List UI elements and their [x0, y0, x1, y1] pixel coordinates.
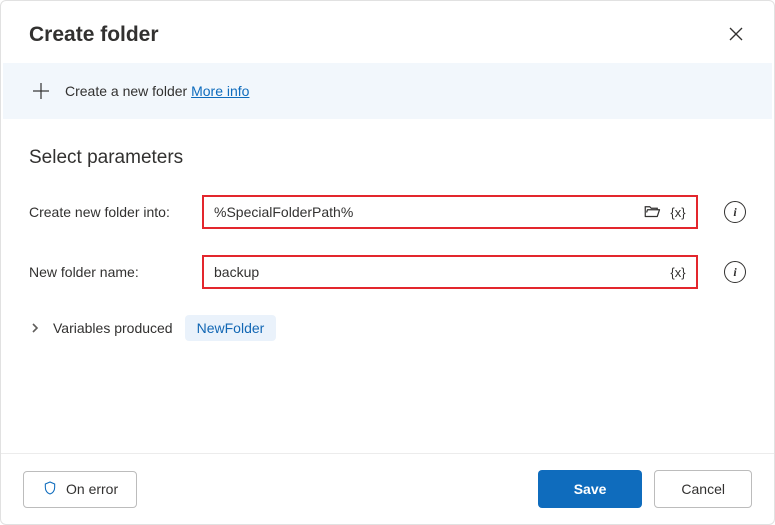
section-title: Select parameters	[29, 147, 746, 169]
create-into-input[interactable]	[214, 204, 636, 220]
cancel-button[interactable]: Cancel	[654, 470, 752, 508]
input-wrap-into: {x}	[202, 195, 698, 229]
input-wrap-name: {x}	[202, 255, 698, 289]
on-error-label: On error	[66, 481, 118, 497]
close-icon	[728, 26, 744, 45]
field-label-name: New folder name:	[29, 264, 184, 280]
chevron-right-icon[interactable]	[29, 322, 41, 334]
field-create-into: Create new folder into: {x} i	[29, 195, 746, 229]
variables-produced-row: Variables produced NewFolder	[29, 315, 746, 341]
create-folder-dialog: Create folder Create a new folder More i…	[0, 0, 775, 525]
dialog-title: Create folder	[29, 23, 159, 47]
info-bar-text: Create a new folder More info	[65, 83, 249, 99]
footer-right-buttons: Save Cancel	[538, 470, 752, 508]
shield-icon	[42, 480, 58, 499]
variable-picker-icon[interactable]: {x}	[668, 202, 688, 222]
plus-icon	[31, 81, 51, 101]
field-folder-name: New folder name: {x} i	[29, 255, 746, 289]
variable-pill-newfolder[interactable]: NewFolder	[185, 315, 277, 341]
folder-name-input[interactable]	[214, 264, 662, 280]
more-info-link[interactable]: More info	[191, 83, 249, 99]
dialog-header: Create folder	[1, 1, 774, 59]
info-icon-name[interactable]: i	[724, 261, 746, 283]
folder-browse-icon[interactable]	[642, 202, 662, 222]
info-icon-into[interactable]: i	[724, 201, 746, 223]
info-bar-label: Create a new folder	[65, 83, 187, 99]
parameters-section: Select parameters Create new folder into…	[1, 119, 774, 453]
info-bar: Create a new folder More info	[3, 63, 772, 119]
field-label-into: Create new folder into:	[29, 204, 184, 220]
variables-label: Variables produced	[53, 320, 173, 336]
on-error-button[interactable]: On error	[23, 471, 137, 508]
save-button[interactable]: Save	[538, 470, 643, 508]
variable-picker-icon[interactable]: {x}	[668, 262, 688, 282]
dialog-footer: On error Save Cancel	[1, 453, 774, 524]
close-button[interactable]	[726, 25, 746, 45]
